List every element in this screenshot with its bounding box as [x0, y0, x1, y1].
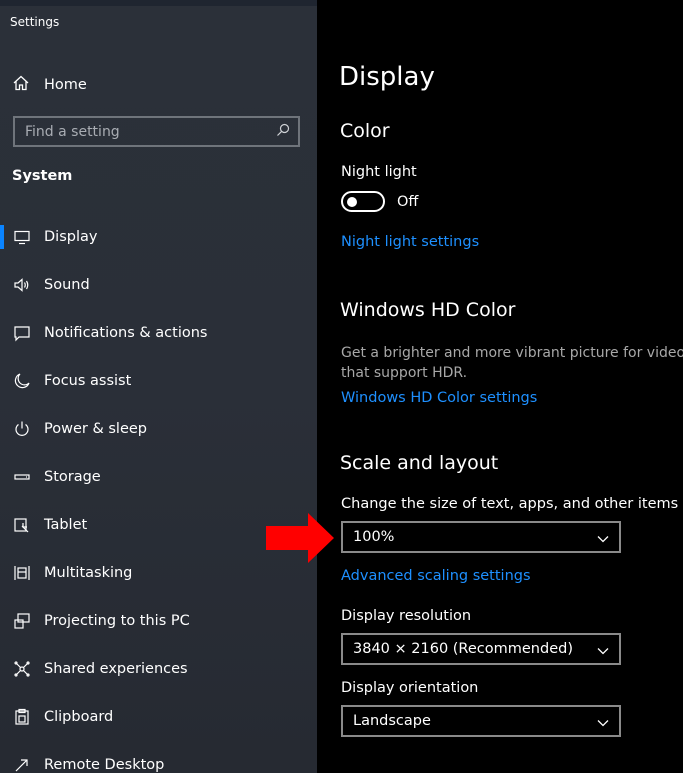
projecting-icon — [12, 611, 32, 631]
main-content: Display Color Night light Off Night ligh… — [317, 0, 683, 773]
sidebar-item-label: Display — [44, 229, 98, 245]
hdr-settings-link[interactable]: Windows HD Color settings — [341, 390, 537, 406]
power-icon — [12, 419, 32, 439]
sidebar-item-focus-assist[interactable]: Focus assist — [0, 357, 317, 405]
search-icon[interactable] — [276, 122, 290, 141]
home-button[interactable]: Home — [12, 72, 87, 98]
home-label: Home — [44, 77, 87, 93]
night-light-settings-link[interactable]: Night light settings — [341, 234, 479, 250]
sidebar-item-label: Notifications & actions — [44, 325, 208, 341]
chevron-down-icon — [597, 528, 609, 547]
home-icon — [12, 74, 30, 96]
tablet-icon — [12, 515, 32, 535]
hdr-description-line2: that support HDR. — [341, 365, 468, 381]
sidebar-nav: Display Sound Notifications & actions Fo… — [0, 213, 317, 773]
scale-heading: Scale and layout — [340, 452, 499, 474]
moon-icon — [12, 371, 32, 391]
sidebar-item-label: Tablet — [44, 517, 88, 533]
orientation-value: Landscape — [353, 713, 431, 729]
shared-icon — [12, 659, 32, 679]
sidebar-item-remote-desktop[interactable]: Remote Desktop — [0, 741, 317, 773]
page-title: Display — [339, 62, 435, 92]
storage-icon — [12, 467, 32, 487]
sidebar-item-label: Power & sleep — [44, 421, 147, 437]
resolution-value: 3840 × 2160 (Recommended) — [353, 641, 573, 657]
search-box[interactable] — [13, 116, 300, 147]
notification-icon — [12, 323, 32, 343]
color-heading: Color — [340, 120, 390, 142]
night-light-state: Off — [397, 194, 419, 210]
resolution-label: Display resolution — [341, 608, 472, 624]
speaker-icon — [12, 275, 32, 295]
chevron-down-icon — [597, 640, 609, 659]
scale-value: 100% — [353, 529, 395, 545]
red-arrow-annotation-icon — [266, 513, 334, 563]
sidebar-item-label: Projecting to this PC — [44, 613, 190, 629]
sidebar-item-projecting[interactable]: Projecting to this PC — [0, 597, 317, 645]
orientation-dropdown[interactable]: Landscape — [341, 705, 621, 737]
sidebar-item-label: Multitasking — [44, 565, 133, 581]
remote-desktop-icon — [12, 755, 32, 773]
sidebar-item-label: Remote Desktop — [44, 757, 165, 773]
sidebar-item-label: Shared experiences — [44, 661, 188, 677]
sidebar-item-label: Storage — [44, 469, 101, 485]
sidebar-item-sound[interactable]: Sound — [0, 261, 317, 309]
sidebar-item-label: Focus assist — [44, 373, 132, 389]
section-title: System — [12, 168, 73, 184]
sidebar-item-shared-experiences[interactable]: Shared experiences — [0, 645, 317, 693]
sidebar-item-label: Clipboard — [44, 709, 114, 725]
toggle-knob — [347, 196, 357, 207]
resolution-dropdown[interactable]: 3840 × 2160 (Recommended) — [341, 633, 621, 665]
hdr-heading: Windows HD Color — [340, 299, 516, 321]
monitor-icon — [12, 227, 32, 247]
sidebar-item-display[interactable]: Display — [0, 213, 317, 261]
sidebar-item-notifications[interactable]: Notifications & actions — [0, 309, 317, 357]
scale-dropdown[interactable]: 100% — [341, 521, 621, 553]
window-title: Settings — [10, 15, 60, 29]
sidebar-item-clipboard[interactable]: Clipboard — [0, 693, 317, 741]
sidebar-item-power-sleep[interactable]: Power & sleep — [0, 405, 317, 453]
clipboard-icon — [12, 707, 32, 727]
night-light-label: Night light — [341, 164, 417, 180]
sidebar-item-label: Sound — [44, 277, 90, 293]
size-label: Change the size of text, apps, and other… — [341, 496, 679, 512]
advanced-scaling-link[interactable]: Advanced scaling settings — [341, 568, 531, 584]
chevron-down-icon — [597, 712, 609, 731]
search-input[interactable] — [25, 123, 276, 140]
sidebar: Settings Home System Display So — [0, 0, 317, 773]
night-light-toggle[interactable] — [341, 191, 385, 212]
hdr-description-line1: Get a brighter and more vibrant picture … — [341, 345, 683, 361]
orientation-label: Display orientation — [341, 680, 479, 696]
multitasking-icon — [12, 563, 32, 583]
sidebar-item-storage[interactable]: Storage — [0, 453, 317, 501]
